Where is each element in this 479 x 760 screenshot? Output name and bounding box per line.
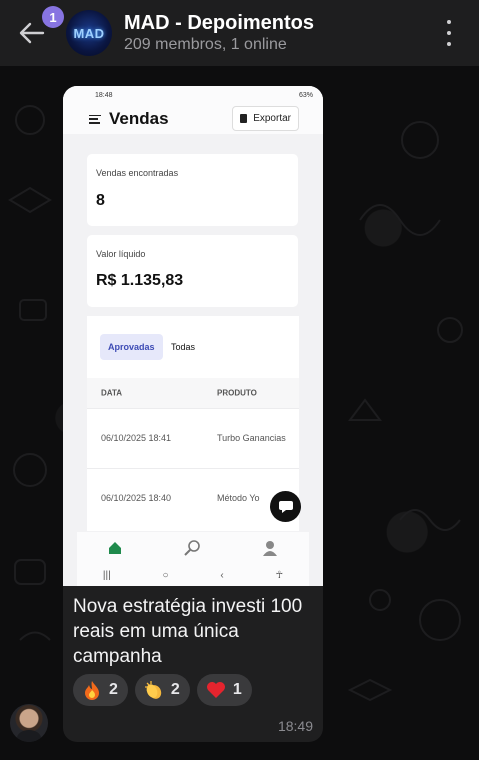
android-nav-bar: ||| ○ ‹ ☥: [77, 564, 309, 586]
more-dot-icon: [447, 42, 451, 46]
row-date: 06/10/2025 18:40: [101, 492, 172, 503]
back-chevron-icon: ‹: [220, 569, 224, 581]
tab-approved: Aprovadas: [100, 334, 163, 360]
net-value-card: Valor líquido R$ 1.135,83: [87, 235, 298, 307]
home-circle-icon: ○: [162, 569, 169, 581]
column-header-date: DATA: [101, 388, 123, 398]
sales-found-value: 8: [96, 192, 105, 209]
table-row: 06/10/2025 18:40 Método Yo: [87, 468, 299, 526]
recent-apps-icon: |||: [102, 569, 111, 581]
table-header: DATA PRODUTO: [87, 378, 299, 408]
sales-found-card: Vendas encontradas 8: [87, 154, 298, 226]
red-heart-emoji-icon: [206, 680, 226, 700]
chat-title-block[interactable]: MAD - Depoimentos 209 membros, 1 online: [124, 11, 314, 55]
back-arrow-icon: [19, 22, 45, 44]
net-value: R$ 1.135,83: [96, 272, 184, 289]
more-dot-icon: [447, 20, 451, 24]
app-top-bar: Vendas Exportar: [63, 104, 323, 134]
profile-icon: [263, 541, 278, 556]
row-product: Turbo Ganancias: [217, 432, 286, 443]
reaction-clap[interactable]: 2: [134, 674, 190, 706]
more-dot-icon: [447, 31, 451, 35]
message-icon: [278, 500, 293, 513]
reaction-count: 2: [170, 681, 180, 698]
clapping-hands-emoji-icon: [144, 680, 164, 700]
reaction-count: 1: [232, 681, 242, 698]
tab-all: Todas: [171, 342, 196, 352]
sales-table-card: Aprovadas Todas DATA PRODUTO 06/10/2025 …: [87, 316, 299, 531]
export-button: Exportar: [232, 106, 299, 131]
app-page-title: Vendas: [109, 109, 169, 128]
chat-fab-button: [270, 491, 301, 522]
accessibility-icon: ☥: [275, 569, 284, 581]
chat-title: MAD - Depoimentos: [124, 12, 314, 34]
search-money-icon: [184, 540, 200, 556]
table-row: 06/10/2025 18:41 Turbo Ganancias: [87, 408, 299, 466]
group-avatar[interactable]: MAD: [66, 10, 112, 56]
more-options-button[interactable]: [437, 20, 461, 46]
message-bubble[interactable]: 18:48 63% Vendas Exportar Vendas encontr…: [63, 86, 323, 742]
row-date: 06/10/2025 18:41: [101, 432, 172, 443]
unread-count-badge: 1: [42, 6, 64, 28]
phone-status-bar: 18:48 63%: [63, 86, 323, 104]
reaction-fire[interactable]: 2: [73, 674, 128, 706]
app-bottom-nav: [77, 532, 309, 564]
reaction-heart[interactable]: 1: [196, 674, 252, 706]
reaction-count: 2: [109, 681, 118, 698]
chat-header: 1 MAD MAD - Depoimentos 209 membros, 1 o…: [0, 0, 479, 66]
row-product: Método Yo: [217, 492, 260, 503]
chat-subtitle: 209 membros, 1 online: [124, 36, 287, 53]
reactions-row: 2 2 1: [73, 674, 252, 706]
sales-found-label: Vendas encontradas: [96, 168, 179, 178]
document-icon: [240, 114, 248, 123]
attached-screenshot[interactable]: 18:48 63% Vendas Exportar Vendas encontr…: [63, 86, 323, 586]
status-battery: 63%: [298, 91, 313, 99]
export-label: Exportar: [253, 113, 291, 124]
column-header-product: PRODUTO: [217, 388, 257, 398]
net-value-label: Valor líquido: [96, 249, 146, 259]
sender-avatar[interactable]: [10, 704, 48, 742]
home-icon: [108, 542, 121, 554]
message-time: 18:49: [277, 718, 313, 734]
status-time: 18:48: [95, 91, 113, 99]
group-avatar-logo: MAD: [73, 25, 105, 41]
fire-emoji-icon: [82, 680, 102, 700]
menu-icon: [89, 114, 101, 124]
message-caption: Nova estratégia investi 100 reais em uma…: [73, 596, 303, 667]
